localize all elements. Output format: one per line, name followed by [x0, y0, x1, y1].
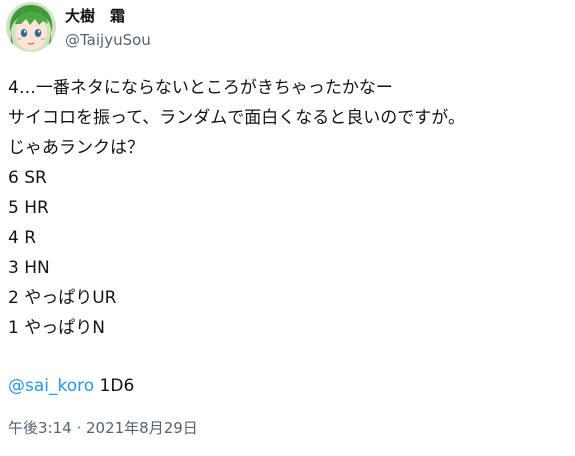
mention-suffix: 1D6 [94, 376, 135, 396]
tweet-line: 6 SR [8, 168, 47, 188]
tweet-line: 3 HN [8, 258, 50, 278]
mention-line: @sai_koro 1D6 [8, 371, 568, 401]
tweet-timestamp[interactable]: 午後3:14 · 2021年8月29日 [8, 418, 198, 438]
user-handle[interactable]: @TaijyuSou [65, 30, 151, 50]
tweet-line: サイコロを振って、ランダムで面白くなると良いのですが。 [8, 108, 465, 128]
avatar[interactable] [6, 2, 56, 52]
tweet-line: 1 やっぱりN [8, 318, 105, 338]
display-name[interactable]: 大樹 霜 [65, 6, 151, 26]
tweet-line: 2 やっぱりUR [8, 288, 117, 308]
tweet-line: 5 HR [8, 198, 49, 218]
tweet-line: 4…一番ネタにならないところがきちゃったかなー [8, 78, 393, 98]
tweet-card: 大樹 霜 @TaijyuSou 4…一番ネタにならないところがきちゃったかなー … [0, 0, 575, 456]
mention-link[interactable]: @sai_koro [8, 376, 94, 396]
anime-character-avatar-icon [6, 2, 56, 52]
author-block: 大樹 霜 @TaijyuSou [65, 6, 151, 50]
tweet-line: じゃあランクは？ [8, 138, 144, 158]
tweet-text: 4…一番ネタにならないところがきちゃったかなー サイコロを振って、ランダムで面白… [8, 73, 568, 401]
tweet-line: 4 R [8, 228, 37, 248]
